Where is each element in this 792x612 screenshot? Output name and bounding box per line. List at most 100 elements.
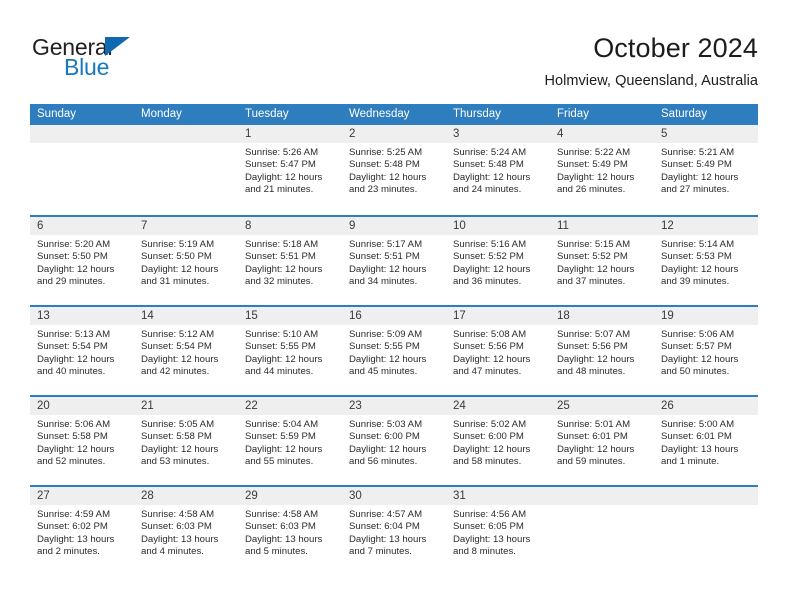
daylight-duration-line1: Daylight: 12 hours <box>453 263 531 275</box>
daylight-duration-line1: Daylight: 13 hours <box>141 533 219 545</box>
daylight-duration-line1: Daylight: 13 hours <box>245 533 323 545</box>
day-cell[interactable]: 7 Sunrise: 5:19 AM Sunset: 5:50 PM Daylight… <box>134 217 238 305</box>
day-number: 9 <box>342 217 446 235</box>
day-cell[interactable]: 3 Sunrise: 5:24 AM Sunset: 5:48 PM Daylight… <box>446 125 550 213</box>
day-number: 25 <box>550 397 654 415</box>
day-details: Sunrise: 5:24 AM Sunset: 5:48 PM Daylight:… <box>446 143 550 196</box>
day-details: Sunrise: 5:04 AM Sunset: 5:59 PM Daylight:… <box>238 415 342 468</box>
daylight-duration-line1: Daylight: 13 hours <box>349 533 427 545</box>
daylight-duration-line2: and 59 minutes. <box>557 455 626 467</box>
day-number: 17 <box>446 307 550 325</box>
day-cell[interactable]: 13 Sunrise: 5:13 AM Sunset: 5:54 PM Dayligh… <box>30 307 134 395</box>
day-number: 3 <box>446 125 550 143</box>
day-details: Sunrise: 5:15 AM Sunset: 5:52 PM Daylight:… <box>550 235 654 288</box>
day-details: Sunrise: 5:01 AM Sunset: 6:01 PM Daylight:… <box>550 415 654 468</box>
sunrise-time: Sunrise: 5:08 AM <box>453 329 527 340</box>
day-cell[interactable]: 27 Sunrise: 4:59 AM Sunset: 6:02 PM Dayligh… <box>30 487 134 575</box>
weekday-wednesday: Wednesday <box>349 108 410 120</box>
day-cell[interactable]: 2 Sunrise: 5:25 AM Sunset: 5:48 PM Daylight… <box>342 125 446 213</box>
day-details: Sunrise: 5:02 AM Sunset: 6:00 PM Daylight:… <box>446 415 550 468</box>
daylight-duration-line2: and 21 minutes. <box>245 183 314 195</box>
sunset-time: Sunset: 5:49 PM <box>557 159 628 171</box>
day-cell[interactable]: 15 Sunrise: 5:10 AM Sunset: 5:55 PM Dayligh… <box>238 307 342 395</box>
day-cell[interactable]: 22 Sunrise: 5:04 AM Sunset: 5:59 PM Dayligh… <box>238 397 342 485</box>
day-cell[interactable]: 29 Sunrise: 4:58 AM Sunset: 6:03 PM Dayligh… <box>238 487 342 575</box>
daylight-duration-line1: Daylight: 12 hours <box>245 263 323 275</box>
daylight-duration-line1: Daylight: 12 hours <box>349 171 427 183</box>
day-cell[interactable]: 12 Sunrise: 5:14 AM Sunset: 5:53 PM Dayligh… <box>654 217 758 305</box>
day-number: 29 <box>238 487 342 505</box>
day-cell[interactable]: 25 Sunrise: 5:01 AM Sunset: 6:01 PM Dayligh… <box>550 397 654 485</box>
daylight-duration-line1: Daylight: 12 hours <box>349 353 427 365</box>
calendar-week-row: 1 Sunrise: 5:26 AM Sunset: 5:47 PM Daylight… <box>30 125 758 215</box>
daylight-duration-line1: Daylight: 13 hours <box>37 533 115 545</box>
day-cell[interactable]: 14 Sunrise: 5:12 AM Sunset: 5:54 PM Dayligh… <box>134 307 238 395</box>
sunset-time: Sunset: 6:03 PM <box>141 521 212 533</box>
day-cell[interactable]: 24 Sunrise: 5:02 AM Sunset: 6:00 PM Dayligh… <box>446 397 550 485</box>
sunset-time: Sunset: 5:51 PM <box>245 251 316 263</box>
day-cell[interactable]: 21 Sunrise: 5:05 AM Sunset: 5:58 PM Dayligh… <box>134 397 238 485</box>
day-cell[interactable]: 4 Sunrise: 5:22 AM Sunset: 5:49 PM Daylight… <box>550 125 654 213</box>
day-cell[interactable]: 10 Sunrise: 5:16 AM Sunset: 5:52 PM Dayligh… <box>446 217 550 305</box>
sunrise-time: Sunrise: 4:59 AM <box>37 509 111 520</box>
day-cell[interactable]: 26 Sunrise: 5:00 AM Sunset: 6:01 PM Dayligh… <box>654 397 758 485</box>
day-cell[interactable]: 1 Sunrise: 5:26 AM Sunset: 5:47 PM Daylight… <box>238 125 342 213</box>
day-number: 1 <box>238 125 342 143</box>
sunset-time: Sunset: 5:51 PM <box>349 251 420 263</box>
day-number: 27 <box>30 487 134 505</box>
day-cell[interactable]: 8 Sunrise: 5:18 AM Sunset: 5:51 PM Daylight… <box>238 217 342 305</box>
day-number: 16 <box>342 307 446 325</box>
day-cell[interactable]: 19 Sunrise: 5:06 AM Sunset: 5:57 PM Dayligh… <box>654 307 758 395</box>
daylight-duration-line1: Daylight: 12 hours <box>245 443 323 455</box>
day-number: 13 <box>30 307 134 325</box>
daylight-duration-line2: and 36 minutes. <box>453 275 522 287</box>
day-number: 20 <box>30 397 134 415</box>
day-cell[interactable]: 6 Sunrise: 5:20 AM Sunset: 5:50 PM Daylight… <box>30 217 134 305</box>
page-subtitle: Holmview, Queensland, Australia <box>544 73 758 89</box>
day-details: Sunrise: 5:09 AM Sunset: 5:55 PM Daylight:… <box>342 325 446 378</box>
daylight-duration-line1: Daylight: 12 hours <box>453 171 531 183</box>
sunrise-time: Sunrise: 5:26 AM <box>245 147 319 158</box>
sunrise-time: Sunrise: 5:06 AM <box>661 329 735 340</box>
day-cell[interactable]: 18 Sunrise: 5:07 AM Sunset: 5:56 PM Dayligh… <box>550 307 654 395</box>
day-details: Sunrise: 5:25 AM Sunset: 5:48 PM Daylight:… <box>342 143 446 196</box>
day-details: Sunrise: 5:18 AM Sunset: 5:51 PM Daylight:… <box>238 235 342 288</box>
sunset-time: Sunset: 5:48 PM <box>349 159 420 171</box>
day-number <box>30 125 134 143</box>
day-details: Sunrise: 5:17 AM Sunset: 5:51 PM Daylight:… <box>342 235 446 288</box>
day-cell[interactable]: 20 Sunrise: 5:06 AM Sunset: 5:58 PM Dayligh… <box>30 397 134 485</box>
day-details: Sunrise: 5:19 AM Sunset: 5:50 PM Daylight:… <box>134 235 238 288</box>
day-cell[interactable]: 11 Sunrise: 5:15 AM Sunset: 5:52 PM Dayligh… <box>550 217 654 305</box>
daylight-duration-line2: and 53 minutes. <box>141 455 210 467</box>
day-details: Sunrise: 5:06 AM Sunset: 5:57 PM Daylight:… <box>654 325 758 378</box>
sunrise-time: Sunrise: 4:58 AM <box>245 509 319 520</box>
daylight-duration-line1: Daylight: 12 hours <box>141 263 219 275</box>
daylight-duration-line2: and 5 minutes. <box>245 545 308 557</box>
day-cell[interactable]: 23 Sunrise: 5:03 AM Sunset: 6:00 PM Dayligh… <box>342 397 446 485</box>
day-number: 28 <box>134 487 238 505</box>
daylight-duration-line2: and 24 minutes. <box>453 183 522 195</box>
sunset-time: Sunset: 5:52 PM <box>557 251 628 263</box>
general-blue-logo[interactable]: General Blue <box>32 34 232 86</box>
day-details: Sunrise: 5:20 AM Sunset: 5:50 PM Daylight:… <box>30 235 134 288</box>
sunset-time: Sunset: 6:01 PM <box>557 431 628 443</box>
sunrise-time: Sunrise: 5:02 AM <box>453 419 527 430</box>
day-number: 8 <box>238 217 342 235</box>
weekday-thursday: Thursday <box>453 108 501 120</box>
day-cell[interactable]: 16 Sunrise: 5:09 AM Sunset: 5:55 PM Dayligh… <box>342 307 446 395</box>
page-header: General Blue October 2024 Holmview, Quee… <box>0 0 792 100</box>
sunset-time: Sunset: 5:50 PM <box>37 251 108 263</box>
day-cell[interactable]: 30 Sunrise: 4:57 AM Sunset: 6:04 PM Dayligh… <box>342 487 446 575</box>
day-cell[interactable]: 17 Sunrise: 5:08 AM Sunset: 5:56 PM Dayligh… <box>446 307 550 395</box>
daylight-duration-line2: and 29 minutes. <box>37 275 106 287</box>
daylight-duration-line1: Daylight: 12 hours <box>245 353 323 365</box>
day-cell[interactable]: 9 Sunrise: 5:17 AM Sunset: 5:51 PM Daylight… <box>342 217 446 305</box>
day-cell[interactable]: 28 Sunrise: 4:58 AM Sunset: 6:03 PM Dayligh… <box>134 487 238 575</box>
day-cell[interactable]: 31 Sunrise: 4:56 AM Sunset: 6:05 PM Dayligh… <box>446 487 550 575</box>
sunrise-time: Sunrise: 5:25 AM <box>349 147 423 158</box>
day-details: Sunrise: 5:16 AM Sunset: 5:52 PM Daylight:… <box>446 235 550 288</box>
sunset-time: Sunset: 5:52 PM <box>453 251 524 263</box>
daylight-duration-line2: and 45 minutes. <box>349 365 418 377</box>
day-cell[interactable]: 5 Sunrise: 5:21 AM Sunset: 5:49 PM Daylight… <box>654 125 758 213</box>
sunrise-time: Sunrise: 5:18 AM <box>245 239 319 250</box>
